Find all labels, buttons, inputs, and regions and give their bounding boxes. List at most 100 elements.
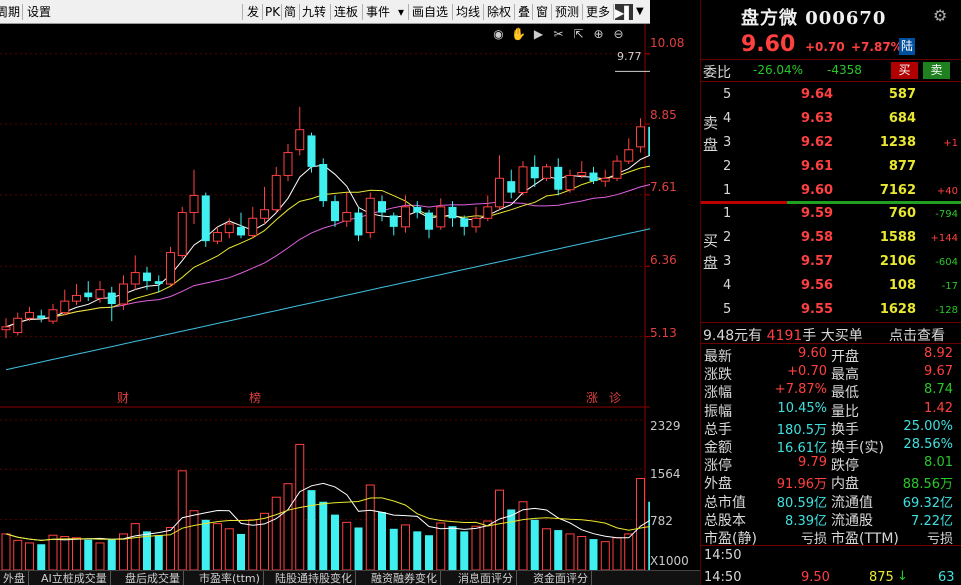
volume-bar xyxy=(425,535,433,570)
divider xyxy=(701,322,961,323)
event-marker[interactable]: 财 xyxy=(117,389,129,406)
volume-bar xyxy=(154,535,163,570)
zoom-in-icon[interactable]: ⊕ xyxy=(590,26,607,43)
tab-outer[interactable]: 外盘 xyxy=(0,571,29,585)
menu-jiuzhuan[interactable]: 九转 xyxy=(300,3,328,21)
stat-value: 9.60 xyxy=(798,346,827,361)
candle-body xyxy=(224,223,234,234)
zoom-out-icon[interactable]: ⊖ xyxy=(610,26,627,43)
event-marker[interactable]: 榜 xyxy=(249,389,261,406)
volume-bar xyxy=(471,525,481,570)
menu-forecast[interactable]: 预测 xyxy=(553,3,581,21)
sell-button[interactable]: 卖 xyxy=(923,62,950,79)
stat-value: 16.61亿 xyxy=(776,441,827,456)
ask-delta: +40 xyxy=(936,186,958,197)
stat-value: 1.42 xyxy=(924,400,953,416)
menu-events-dropdown[interactable]: ▾ xyxy=(396,3,406,21)
volume-axis-label: 2329 xyxy=(650,419,681,433)
menu-ma[interactable]: 均线 xyxy=(454,3,482,21)
candle-body xyxy=(119,283,128,305)
menu-more[interactable]: 更多 xyxy=(584,3,612,21)
stat-value: 8.74 xyxy=(924,382,953,398)
event-marker[interactable]: 涨 xyxy=(586,389,598,406)
candle-body xyxy=(389,215,398,227)
menu-overlay[interactable]: 叠 xyxy=(516,3,532,21)
forward-icon[interactable]: ▶▌ xyxy=(615,4,633,20)
volume-bar xyxy=(224,528,234,570)
volume-bar xyxy=(237,533,245,570)
expand-icon[interactable]: ⇱ xyxy=(570,26,587,43)
bid-vol: 108 xyxy=(888,278,916,293)
bid-label-char: 买 xyxy=(703,232,719,250)
event-marker[interactable]: 诊 xyxy=(609,389,621,406)
menu-pk[interactable]: PK xyxy=(263,3,282,21)
eye-icon[interactable]: ◉ xyxy=(490,26,507,43)
tab-margin[interactable]: 融资融券变化 xyxy=(368,571,441,585)
tab-after-hours[interactable]: 盘后成交量 xyxy=(122,571,184,585)
tab-fund-score[interactable]: 资金面评分 xyxy=(530,571,592,585)
view-detail-link[interactable]: 点击查看 xyxy=(889,325,945,345)
menu-watchlist[interactable]: 自选 xyxy=(422,3,450,21)
menu-window[interactable]: 窗 xyxy=(534,3,550,21)
candle-body xyxy=(143,272,151,282)
volume-bar xyxy=(378,512,386,570)
connect-badge[interactable]: 陆 xyxy=(899,38,915,55)
bid-vol: 2106 xyxy=(879,254,916,269)
stat-label: 流通值 xyxy=(831,494,873,511)
menu-fa[interactable]: 发 xyxy=(245,3,261,21)
weibi-diff: -4358 xyxy=(827,63,862,77)
menu-separator xyxy=(362,4,363,20)
menu-period[interactable]: 周期 xyxy=(0,3,22,21)
stat-label: 涨跌 xyxy=(704,367,732,384)
candle-body xyxy=(95,289,105,299)
menu-lianban[interactable]: 连板 xyxy=(332,3,360,21)
tick-price: 9.50 xyxy=(801,570,830,585)
candle-body xyxy=(271,174,281,211)
candle-body xyxy=(636,126,645,148)
price-axis-label: 6.36 xyxy=(650,253,677,267)
volume-bar xyxy=(95,542,105,570)
ask-level: 2 xyxy=(723,159,732,174)
play-icon[interactable]: ▶ xyxy=(530,26,547,43)
arrow-down-icon: ↓ xyxy=(897,569,908,584)
candle-body xyxy=(295,129,305,151)
scissors-icon[interactable]: ✂ xyxy=(550,26,567,43)
candle-body xyxy=(542,166,551,179)
volume-bar xyxy=(166,526,175,570)
stat-value: 25.00% xyxy=(903,418,953,434)
big-order-row: 9.48元有 4191手 大买单 xyxy=(703,325,863,345)
ask-level: 4 xyxy=(723,111,732,126)
menu-separator xyxy=(483,4,484,20)
tab-pe-ttm[interactable]: 市盈率(ttm) xyxy=(196,571,264,585)
candle-body xyxy=(177,212,187,256)
tick-time: 14:50 xyxy=(704,570,742,585)
candle-body xyxy=(460,218,469,227)
volume-ma10-line xyxy=(5,497,650,541)
kline-chart[interactable]: ◉ ✋ ▶ ✂ ⇱ ⊕ ⊖ 10.08 8.85 7.61 6.36 5.13 … xyxy=(0,24,689,570)
stat-label: 量比 xyxy=(831,403,859,420)
gear-icon[interactable]: ⚙ xyxy=(933,6,947,25)
tab-news-score[interactable]: 消息面评分 xyxy=(455,571,517,585)
chart-canvas[interactable] xyxy=(0,24,650,570)
tab-ai-volume[interactable]: AI立桩成交量 xyxy=(38,571,111,585)
tab-northbound[interactable]: 陆股通持股变化 xyxy=(272,571,356,585)
menu-settings[interactable]: 设置 xyxy=(25,3,53,21)
buy-button[interactable]: 买 xyxy=(891,62,918,79)
menu-exright[interactable]: 除权 xyxy=(485,3,513,21)
menu-simple[interactable]: 简 xyxy=(282,3,298,21)
candle-body xyxy=(565,174,575,191)
ask-strength-bar xyxy=(701,201,787,204)
price-change-pct: +7.87% xyxy=(851,40,903,54)
volume-bar xyxy=(248,519,258,570)
stat-label: 开盘 xyxy=(831,349,859,365)
bid-level: 5 xyxy=(723,302,732,317)
chevron-down-icon[interactable]: ▼ xyxy=(634,3,646,21)
big-order-volume: 4191 xyxy=(766,328,803,344)
bid-price: 9.56 xyxy=(801,278,834,293)
menu-separator xyxy=(582,4,583,20)
volume-bar xyxy=(260,512,269,570)
menu-events[interactable]: 事件 xyxy=(364,3,392,21)
volume-bar xyxy=(84,539,93,570)
hand-icon[interactable]: ✋ xyxy=(510,26,527,43)
volume-bar xyxy=(60,536,70,570)
